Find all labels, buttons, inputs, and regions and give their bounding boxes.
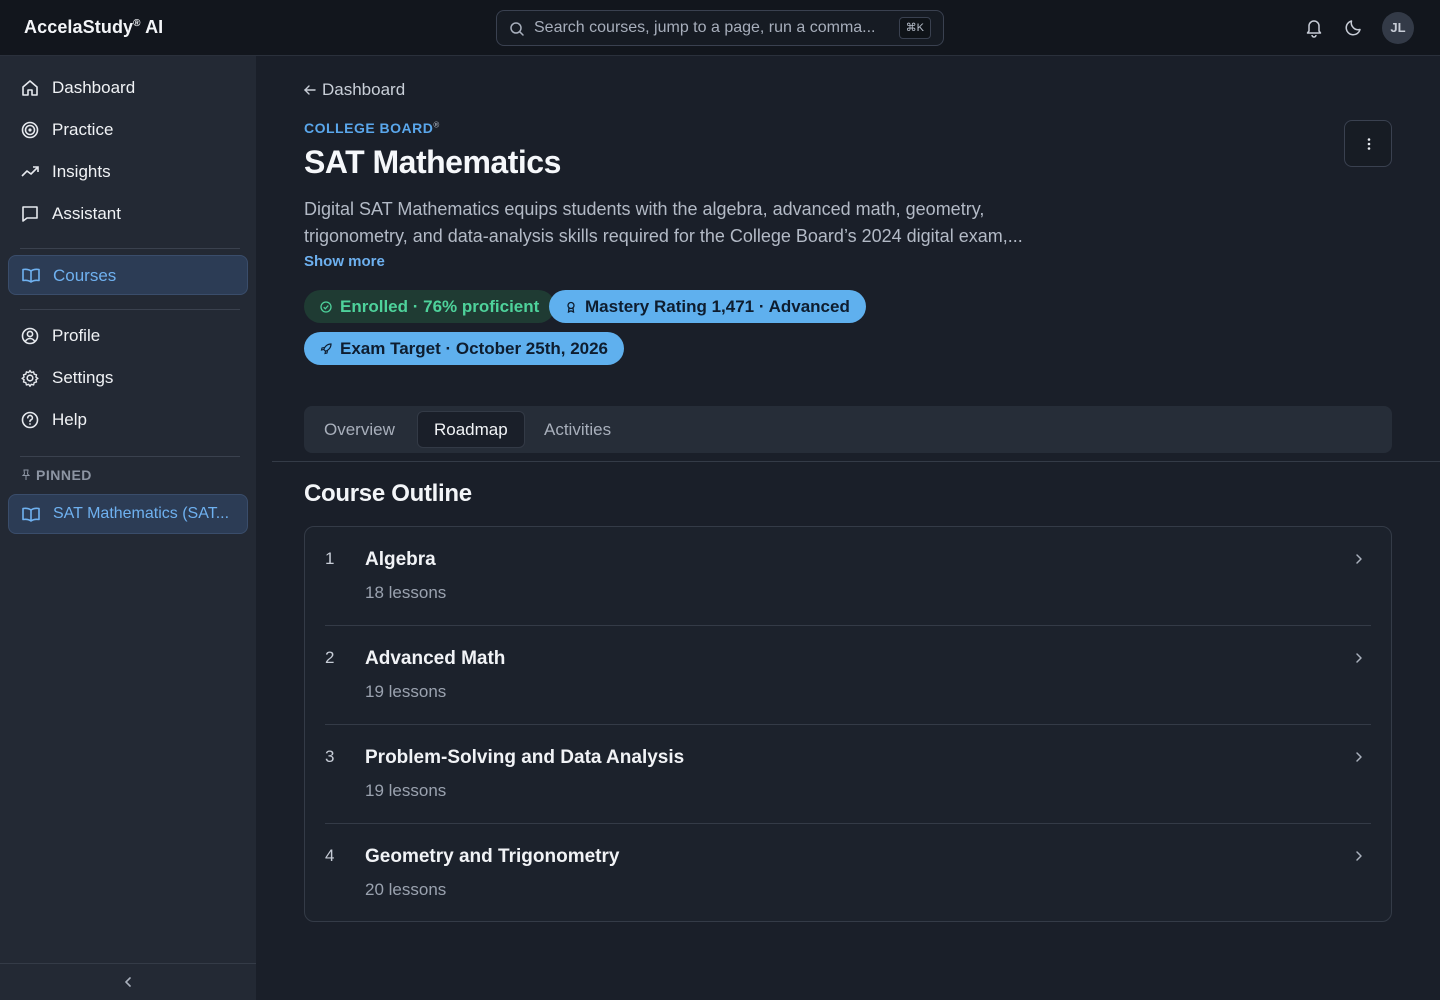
course-tabs: Overview Roadmap Activities xyxy=(304,406,1392,453)
check-circle-icon xyxy=(320,300,332,313)
moon-icon[interactable] xyxy=(1343,16,1365,38)
outline-item-title: Problem-Solving and Data Analysis xyxy=(365,747,685,768)
main-content: Dashboard COLLEGE BOARD® SAT Mathematics… xyxy=(256,56,1440,1000)
course-outline-list: 1 Algebra 18 lessons 2 Advanced Math 19 … xyxy=(304,526,1392,922)
rocket-icon xyxy=(320,342,332,354)
sidebar-divider xyxy=(20,456,240,457)
sidebar-item-profile[interactable]: Profile xyxy=(8,316,248,356)
sidebar-item-assistant[interactable]: Assistant xyxy=(8,194,248,234)
sidebar-item-label: Dashboard xyxy=(52,78,136,97)
gear-icon xyxy=(21,369,39,387)
brand-suffix: AI xyxy=(145,17,164,37)
outline-item-number: 1 xyxy=(325,549,335,568)
sidebar-item-help[interactable]: Help xyxy=(8,400,248,440)
exam-target-label: Exam Target · October 25th, 2026 xyxy=(340,338,609,358)
outline-item-title: Geometry and Trigonometry xyxy=(365,846,620,867)
brand-name: AccelaStudy xyxy=(24,17,134,37)
more-vertical-icon xyxy=(1367,138,1371,150)
sidebar: Dashboard Practice Insights Assistant Co… xyxy=(0,56,256,1000)
pinned-item-sat-mathematics[interactable]: SAT Mathematics (SAT... xyxy=(8,494,248,534)
chevron-right-icon xyxy=(1356,653,1362,663)
search-input[interactable]: Search courses, jump to a page, run a co… xyxy=(496,10,944,46)
sidebar-item-dashboard[interactable]: Dashboard xyxy=(8,68,248,108)
outline-item-number: 2 xyxy=(325,648,335,667)
app-logo[interactable]: AccelaStudy® AI xyxy=(24,17,163,38)
chevron-right-icon xyxy=(1356,752,1362,762)
tab-roadmap[interactable]: Roadmap xyxy=(417,411,525,448)
pinned-heading: PINNED xyxy=(20,467,92,483)
course-provider: COLLEGE BOARD® xyxy=(304,120,440,136)
sidebar-item-label: Settings xyxy=(52,368,114,387)
top-bar: AccelaStudy® AI Search courses, jump to … xyxy=(0,0,1440,56)
more-options-button[interactable] xyxy=(1344,120,1392,167)
search-shortcut-badge: ⌘K xyxy=(898,17,931,39)
user-circle-icon xyxy=(21,327,39,345)
chevron-right-icon xyxy=(1356,851,1362,861)
section-title: Course Outline xyxy=(304,480,472,507)
sidebar-item-insights[interactable]: Insights xyxy=(8,152,248,192)
award-icon xyxy=(567,301,575,313)
outline-item-problem-solving[interactable]: 3 Problem-Solving and Data Analysis 19 l… xyxy=(325,725,1371,824)
arrow-left-icon xyxy=(304,85,316,95)
exam-target-badge: Exam Target · October 25th, 2026 xyxy=(304,332,625,365)
avatar[interactable]: JL xyxy=(1382,12,1414,44)
pinned-heading-label: PINNED xyxy=(36,467,92,483)
sidebar-item-label: Courses xyxy=(53,266,117,285)
back-link-label: Dashboard xyxy=(322,80,406,99)
sidebar-item-label: Insights xyxy=(52,162,111,181)
help-circle-icon xyxy=(21,411,39,429)
outline-item-title: Advanced Math xyxy=(365,648,506,669)
sidebar-item-label: Assistant xyxy=(52,204,121,223)
provider-registered-mark: ® xyxy=(433,120,440,130)
sidebar-item-settings[interactable]: Settings xyxy=(8,358,248,398)
outline-item-number: 4 xyxy=(325,846,335,865)
sidebar-item-practice[interactable]: Practice xyxy=(8,110,248,150)
outline-item-advanced-math[interactable]: 2 Advanced Math 19 lessons xyxy=(325,626,1371,725)
show-more-link[interactable]: Show more xyxy=(304,253,385,270)
course-description: Digital SAT Mathematics equips students … xyxy=(304,199,1023,246)
pin-icon xyxy=(21,469,31,480)
tabs-divider xyxy=(272,461,1440,462)
enrolled-badge-label: Enrolled · 76% proficient xyxy=(340,296,540,316)
book-open-icon xyxy=(22,268,40,283)
tab-activities[interactable]: Activities xyxy=(528,411,627,448)
sidebar-item-courses[interactable]: Courses xyxy=(8,255,248,295)
back-link[interactable]: Dashboard xyxy=(304,80,405,100)
mastery-rating-badge: Mastery Rating 1,471 · Advanced xyxy=(549,290,866,323)
collapse-sidebar-button[interactable] xyxy=(0,963,256,1000)
bell-icon[interactable] xyxy=(1303,16,1325,38)
page-title: SAT Mathematics xyxy=(304,144,561,180)
outline-item-number: 3 xyxy=(325,747,335,766)
target-icon xyxy=(21,121,39,139)
message-square-icon xyxy=(22,206,38,222)
pinned-item-label: SAT Mathematics (SAT... xyxy=(53,505,230,522)
chevron-right-icon xyxy=(1356,554,1362,564)
book-open-icon xyxy=(22,507,40,522)
outline-item-lessons: 18 lessons xyxy=(365,583,447,602)
sidebar-item-label: Profile xyxy=(52,326,101,345)
outline-item-lessons: 19 lessons xyxy=(365,781,447,800)
outline-item-lessons: 20 lessons xyxy=(365,880,447,899)
search-placeholder: Search courses, jump to a page, run a co… xyxy=(534,19,876,36)
sidebar-divider xyxy=(20,309,240,310)
provider-name: COLLEGE BOARD xyxy=(304,120,434,136)
tab-overview[interactable]: Overview xyxy=(308,411,411,448)
brand-registered-mark: ® xyxy=(133,18,141,29)
enrolled-badge: Enrolled · 76% proficient xyxy=(304,290,556,323)
search-icon xyxy=(510,22,524,36)
sidebar-item-label: Practice xyxy=(52,120,114,139)
outline-item-title: Algebra xyxy=(365,549,436,570)
mastery-rating-label: Mastery Rating 1,471 · Advanced xyxy=(585,296,850,316)
outline-item-lessons: 19 lessons xyxy=(365,682,447,701)
sidebar-item-label: Help xyxy=(52,410,87,429)
outline-item-geometry[interactable]: 4 Geometry and Trigonometry 20 lessons xyxy=(325,824,1371,923)
outline-item-algebra[interactable]: 1 Algebra 18 lessons xyxy=(325,527,1371,626)
trending-up-icon xyxy=(21,166,39,177)
chevron-left-icon xyxy=(125,977,131,987)
home-icon xyxy=(22,80,38,96)
sidebar-divider xyxy=(20,248,240,249)
